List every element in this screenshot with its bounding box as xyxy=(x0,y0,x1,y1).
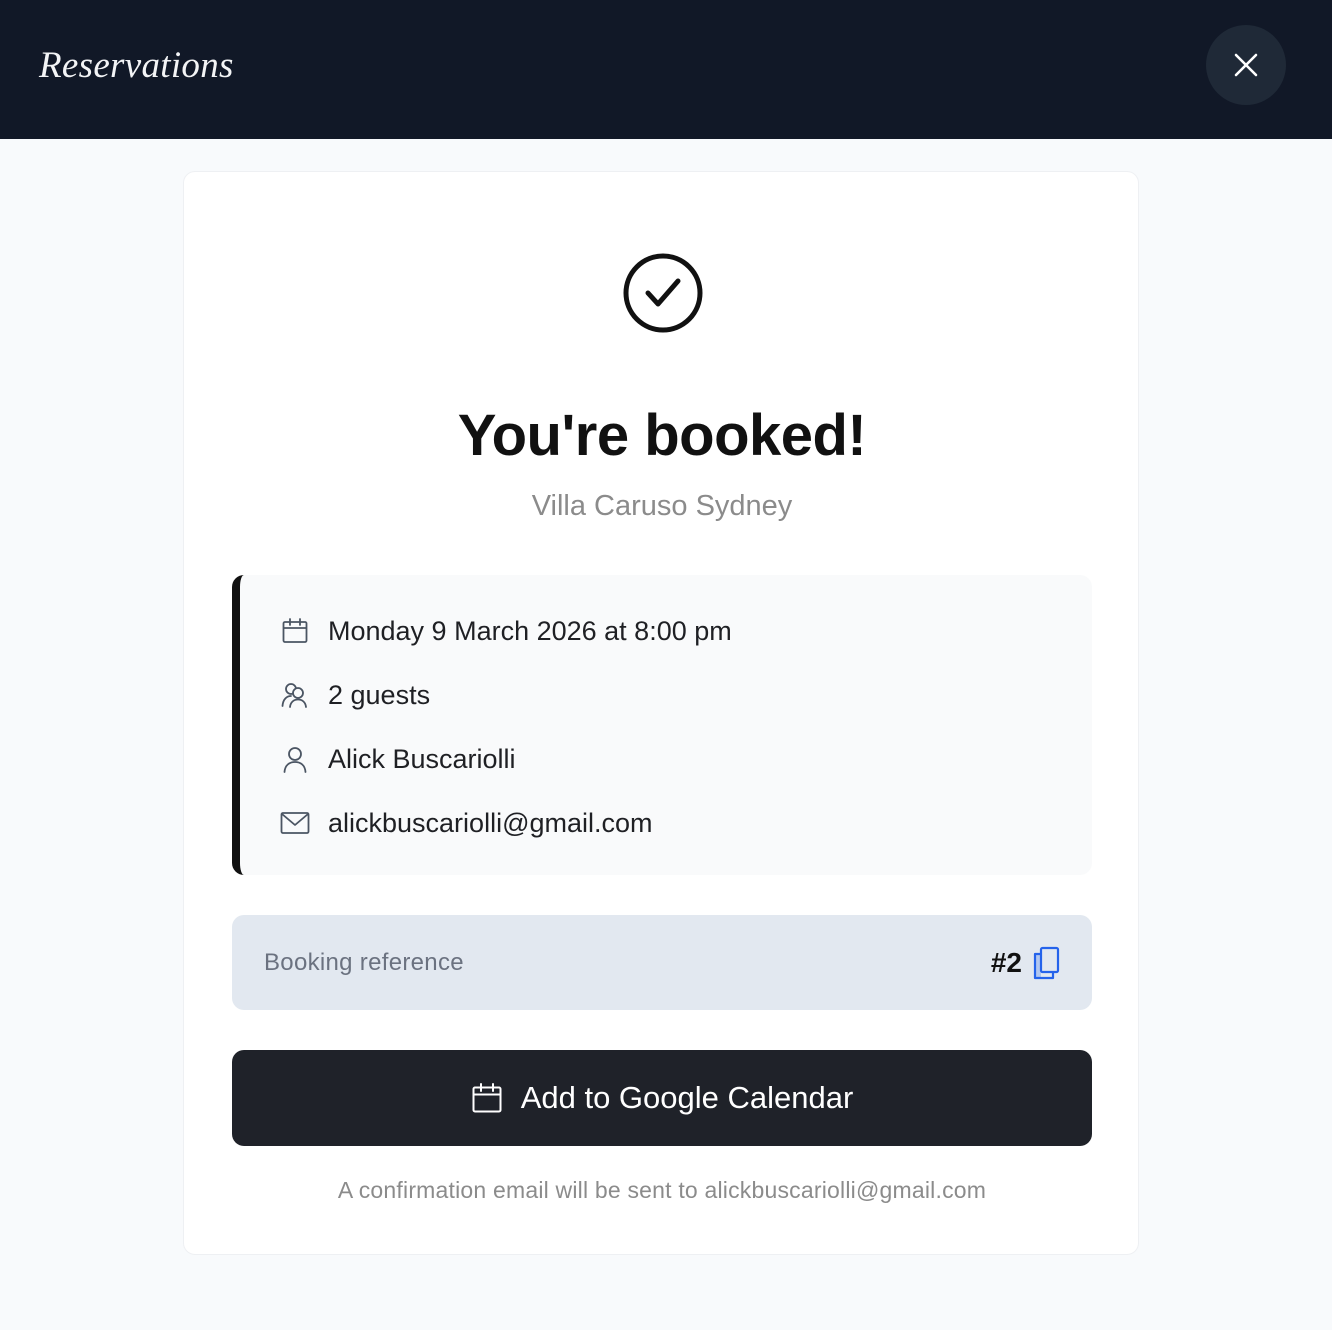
person-icon xyxy=(280,744,310,774)
venue-name: Villa Caruso Sydney xyxy=(531,490,793,522)
header-bar: Reservations xyxy=(0,0,1332,139)
guests-icon xyxy=(280,680,310,710)
detail-name: Alick Buscariolli xyxy=(280,739,516,779)
guest-name: Alick Buscariolli xyxy=(328,744,516,774)
calendar-icon xyxy=(472,1083,502,1113)
guest-email: alickbuscariolli@gmail.com xyxy=(328,808,653,838)
booking-reference-label: Booking reference xyxy=(264,949,464,976)
add-to-google-calendar-label: Add to Google Calendar xyxy=(520,1080,854,1115)
booking-reference-value: #2 xyxy=(990,947,1022,978)
booking-confirmation-card: You're booked! Villa Caruso Sydney Monda… xyxy=(183,171,1139,1255)
close-button[interactable] xyxy=(1206,25,1286,105)
confirmation-email-note: A confirmation email will be sent to ali… xyxy=(337,1177,987,1203)
check-circle-icon xyxy=(623,253,703,333)
booking-reference-box: Booking reference #2 xyxy=(232,915,1092,1010)
confirmation-title: You're booked! xyxy=(457,403,867,468)
detail-guests: 2 guests xyxy=(280,675,430,715)
close-icon xyxy=(1234,53,1258,77)
detail-email: alickbuscariolli@gmail.com xyxy=(280,803,653,843)
add-to-google-calendar-button[interactable]: Add to Google Calendar xyxy=(232,1050,1092,1146)
detail-datetime: Monday 9 March 2026 at 8:00 pm xyxy=(280,611,732,651)
mail-icon xyxy=(280,808,310,838)
calendar-icon xyxy=(280,616,310,646)
brand-title: Reservations xyxy=(39,45,234,86)
booking-details-panel: Monday 9 March 2026 at 8:00 pm 2 guests xyxy=(232,575,1092,875)
guest-count: 2 guests xyxy=(328,680,431,710)
booking-datetime: Monday 9 March 2026 at 8:00 pm xyxy=(328,616,732,646)
copy-icon[interactable] xyxy=(1032,946,1060,980)
